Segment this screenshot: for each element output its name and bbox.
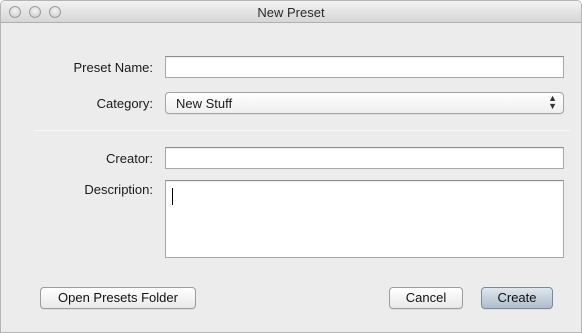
open-presets-folder-button[interactable]: Open Presets Folder (40, 287, 196, 309)
create-button[interactable]: Create (481, 287, 553, 309)
up-down-chevron-icon: ▲ ▼ (548, 93, 557, 111)
new-preset-dialog: New Preset Preset Name: Category: New St… (0, 0, 582, 333)
separator (34, 130, 570, 131)
preset-name-field[interactable] (165, 56, 564, 78)
category-select[interactable]: New Stuff ▲ ▼ (165, 92, 564, 114)
preset-name-label: Preset Name: (73, 60, 153, 75)
text-caret (172, 188, 173, 205)
category-value: New Stuff (176, 96, 233, 111)
creator-field[interactable] (165, 147, 564, 169)
category-label: Category: (96, 96, 153, 111)
window-title: New Preset (257, 5, 325, 20)
title-bar: New Preset (1, 1, 581, 23)
creator-label: Creator: (106, 151, 153, 166)
description-textarea[interactable] (165, 180, 564, 258)
description-label: Description: (84, 182, 153, 197)
cancel-button[interactable]: Cancel (389, 287, 463, 309)
